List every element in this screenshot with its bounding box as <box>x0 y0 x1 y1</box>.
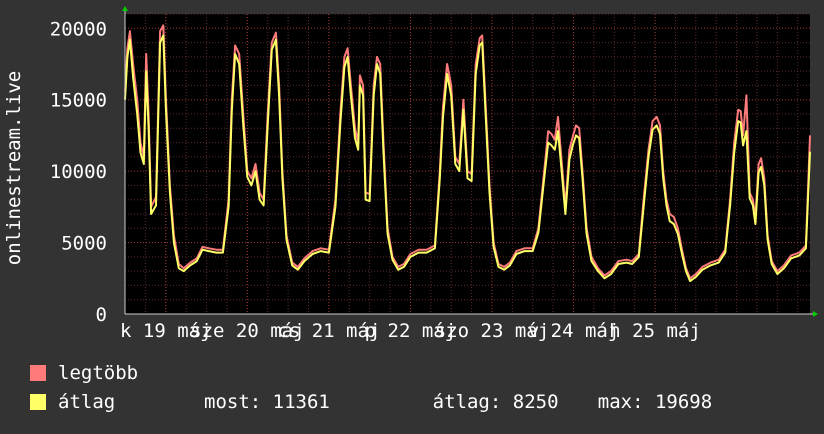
legend-swatch-legtobb <box>30 365 46 381</box>
x-tick-label: h 25 máj <box>609 320 701 342</box>
x-axis-arrow <box>813 311 818 317</box>
x-tick-label: v 24 máj <box>528 320 620 342</box>
y-axis-title: onlinestream.live <box>3 71 25 265</box>
stat-max-value: 19698 <box>654 391 713 413</box>
y-tick-label: 20000 <box>50 18 107 40</box>
stat-most-value: 11361 <box>272 391 330 413</box>
y-tick-label: 10000 <box>50 161 107 183</box>
legend-label-atlag: átlag <box>58 391 116 413</box>
stat-atlag-label: átlag: <box>432 391 502 413</box>
stat-most-label: most: <box>204 391 262 413</box>
y-tick-label: 0 <box>96 304 107 326</box>
y-axis-arrow <box>122 6 128 11</box>
y-tick-label: 5000 <box>61 233 107 255</box>
legend-label-legtobb: legtöbb <box>58 362 139 384</box>
stat-max-label: max: <box>597 391 644 413</box>
y-tick-label: 15000 <box>50 90 107 112</box>
chart: 0 5000 10000 15000 20000 k 19 máj sze 20 máj cs… <box>0 0 824 430</box>
legend-item-atlag: átlag most: 11361 átlag: 8250 max: 19698 <box>30 391 712 413</box>
stat-atlag-value: 8250 <box>512 391 559 413</box>
legend-item-legtobb: legtöbb <box>30 362 138 384</box>
legend-swatch-atlag <box>30 394 46 410</box>
